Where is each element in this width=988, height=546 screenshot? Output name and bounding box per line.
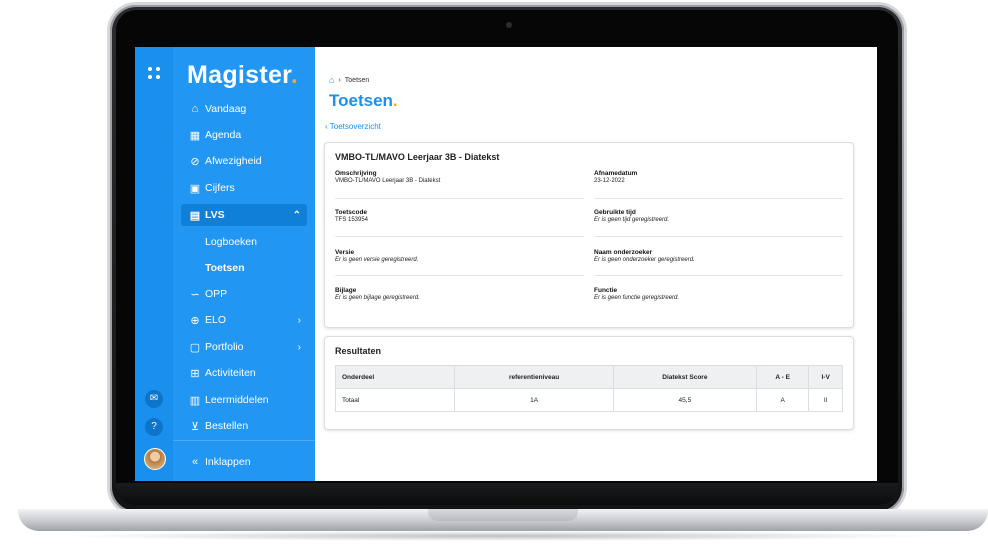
field-gebruikte-tijd: Gebruikte tijd Er is geen tijd geregistre… (594, 209, 670, 223)
calendar-icon: ▦ (189, 129, 201, 142)
column-header: Onderdeel (334, 365, 456, 389)
divider (594, 198, 843, 199)
chevron-right-icon: › (297, 314, 301, 326)
sidebar-item-leermiddelen[interactable]: ▥ Leermiddelen (181, 389, 307, 411)
help-icon[interactable]: ? (145, 418, 163, 436)
chevron-right-icon: › (297, 341, 301, 353)
sidebar-item-agenda[interactable]: ▦ Agenda (181, 124, 307, 146)
sidebar-item-activiteiten[interactable]: ⊞ Activiteiten (181, 362, 307, 384)
column-header: A - E (756, 365, 810, 389)
home-icon: ⌂ (191, 103, 199, 115)
page-title: Toetsen. (329, 91, 398, 110)
breadcrumb-current: Toetsen (344, 76, 370, 84)
sidebar-item-logboeken[interactable]: Logboeken (205, 236, 257, 248)
home-icon[interactable]: ⌂ (329, 75, 334, 85)
books-icon: ▥ (189, 394, 201, 407)
sidebar-item-label: Vandaag (205, 103, 247, 115)
sidebar-item-label: Bestellen (205, 420, 249, 432)
field-naam-onderzoeker: Naam onderzoeker Er is geen onderzoeker g… (594, 249, 695, 263)
double-chevron-left-icon: « (191, 456, 199, 468)
card-title: Resultaten (335, 346, 382, 356)
sidebar-item-elo[interactable]: ⊕ ELO › (181, 309, 307, 331)
field-afnamedatum: Afnamedatum 23-12-2022 (594, 170, 638, 184)
sidebar-item-label: Agenda (205, 129, 242, 141)
student-card-icon: ▤ (189, 209, 201, 222)
breadcrumb: ⌂ › Toetsen (329, 75, 369, 85)
table-cell: Totaal (334, 388, 456, 412)
laptop-base-notch (428, 509, 578, 521)
elo-icon: ⊕ (190, 314, 200, 327)
activity-icon: ⊞ (190, 367, 200, 380)
field-versie: Versie Er is geen versie geregistreerd. (335, 249, 419, 263)
divider (335, 198, 584, 199)
avatar[interactable] (144, 448, 166, 470)
sidebar-item-bestellen[interactable]: ⊻ Bestellen (181, 415, 307, 437)
test-details-card: VMBO-TL/MAVO Leerjaar 3B - Diatekst Omsc… (324, 142, 854, 328)
grades-icon: ▣ (189, 182, 201, 195)
field-functie: Functie Er is geen functie geregistreerd. (594, 287, 680, 301)
sidebar-item-label: Portfolio (205, 341, 244, 353)
divider (594, 236, 843, 237)
icon-rail: ✉ ? (135, 47, 173, 481)
sidebar-item-afwezigheid[interactable]: ⊘ Afwezigheid (181, 150, 307, 172)
back-link[interactable]: ‹ Toetsoverzicht (325, 122, 381, 131)
laptop-chin (116, 483, 898, 505)
divider (335, 236, 584, 237)
table-row: Totaal 1A 45,5 A II (334, 388, 843, 412)
portfolio-icon: ▢ (189, 341, 201, 354)
field-omschrijving: Omschrijving VMBO-TL/MAVO Leerjaar 3B - D… (335, 170, 441, 184)
sidebar: Magister. ⌂ Vandaag ▦ Agenda ⊘ Afwezigheid … (173, 47, 315, 481)
table-cell: A (756, 388, 810, 412)
opp-icon: ∽ (190, 288, 200, 301)
field-toetscode: Toetscode TFS 153954 (335, 209, 369, 223)
sidebar-item-lvs[interactable]: ▤ LVS ⌃ (181, 204, 307, 226)
sidebar-divider (173, 440, 315, 441)
breadcrumb-separator: › (338, 76, 341, 84)
collapse-button[interactable]: « Inklappen (181, 451, 307, 473)
sidebar-item-label: OPP (205, 288, 228, 300)
collapse-label: Inklappen (205, 456, 251, 468)
chevron-up-icon: ⌃ (292, 209, 301, 221)
divider (335, 275, 584, 276)
column-header: I-V (808, 365, 843, 389)
column-header: Diatekst Score (612, 365, 758, 389)
main-content: ⌂ › Toetsen Toetsen. ‹ Toetsoverzicht VM… (315, 47, 877, 481)
magister-logo: Magister. (187, 61, 299, 89)
mail-icon[interactable]: ✉ (145, 390, 163, 408)
column-header: referentieniveau (454, 365, 614, 389)
sidebar-item-portfolio[interactable]: ▢ Portfolio › (181, 336, 307, 358)
sidebar-item-cijfers[interactable]: ▣ Cijfers (181, 177, 307, 199)
field-bijlage: Bijlage Er is geen bijlage geregistreerd. (335, 287, 420, 301)
card-title: VMBO-TL/MAVO Leerjaar 3B - Diatekst (335, 152, 500, 162)
sidebar-item-toetsen[interactable]: Toetsen (205, 262, 244, 274)
apps-grid-icon[interactable] (148, 67, 162, 81)
sidebar-item-label: Afwezigheid (205, 155, 262, 167)
table-cell: 1A (454, 388, 614, 412)
chevron-left-icon: ‹ (325, 122, 328, 131)
camera-icon (506, 22, 512, 28)
check-circle-icon: ⊘ (190, 155, 200, 168)
sidebar-item-opp[interactable]: ∽ OPP (181, 283, 307, 305)
table-cell: 45,5 (612, 388, 758, 412)
results-table: Onderdeel referentieniveau Diatekst Scor… (334, 365, 843, 412)
sidebar-item-label: Leermiddelen (205, 394, 269, 406)
sidebar-item-vandaag[interactable]: ⌂ Vandaag (181, 98, 307, 120)
cart-icon: ⊻ (190, 420, 200, 433)
sidebar-item-label: Activiteiten (205, 367, 256, 379)
sidebar-item-label: LVS (205, 209, 225, 221)
results-card: Resultaten Onderdeel referentieniveau Di… (324, 336, 854, 430)
sidebar-item-label: ELO (205, 314, 227, 326)
laptop-shadow (60, 531, 940, 541)
screen: ✉ ? Magister. ⌂ Vandaag ▦ Agenda ⊘ Afwezigh… (135, 47, 877, 481)
table-cell: II (808, 388, 843, 412)
sidebar-item-label: Cijfers (205, 182, 235, 194)
table-header-row: Onderdeel referentieniveau Diatekst Scor… (334, 365, 843, 389)
divider (594, 275, 843, 276)
